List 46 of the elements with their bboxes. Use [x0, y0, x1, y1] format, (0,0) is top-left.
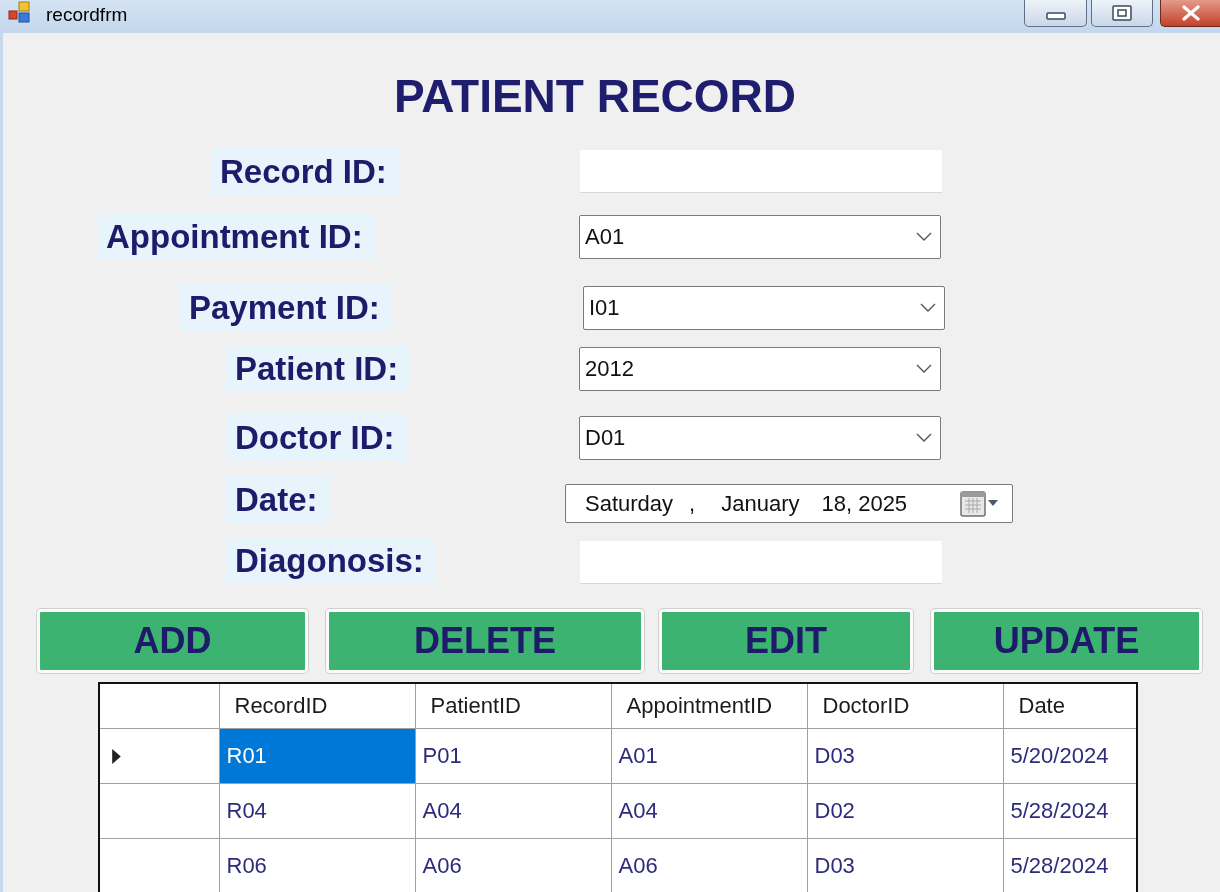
table-cell: A04	[611, 783, 807, 839]
column-header[interactable]: DoctorID	[807, 684, 1003, 729]
minimize-button[interactable]	[1024, 0, 1087, 27]
table-cell: R01	[219, 728, 415, 784]
table-cell: D02	[807, 783, 1003, 839]
calendar-dropdown-icon	[960, 490, 1000, 517]
maximize-icon	[1112, 5, 1132, 21]
text-field[interactable]	[580, 541, 942, 584]
field-label: Patient ID:	[226, 345, 411, 392]
dropdown-field[interactable]: A01	[579, 214, 941, 259]
field-label: Payment ID:	[180, 284, 392, 331]
table-cell: A01	[611, 728, 807, 784]
close-button[interactable]	[1160, 0, 1220, 27]
chevron-icon	[916, 433, 932, 442]
field-label: Diagonosis:	[226, 537, 436, 584]
chevron-icon	[920, 303, 936, 312]
column-header[interactable]: AppointmentID	[611, 684, 807, 729]
form-heading: PATIENT RECORD	[392, 69, 798, 124]
field-label: Doctor ID:	[226, 414, 407, 461]
dropdown-field[interactable]: D01	[579, 415, 941, 460]
maximize-button[interactable]	[1091, 0, 1153, 27]
app-icon	[8, 1, 32, 23]
row-header[interactable]	[100, 728, 219, 784]
table-cell: A04	[415, 783, 611, 839]
window-title: recordfrm	[46, 3, 128, 27]
chevron-icon	[916, 364, 932, 373]
action-button[interactable]: EDIT	[659, 609, 913, 673]
column-header[interactable]: Date	[1003, 684, 1136, 729]
action-button[interactable]: DELETE	[326, 609, 644, 673]
table-cell: R04	[219, 783, 415, 839]
dropdown-field[interactable]: 2012	[579, 346, 941, 391]
text-field[interactable]	[580, 150, 942, 193]
row-header[interactable]	[100, 783, 219, 839]
action-button[interactable]: ADD	[37, 609, 308, 673]
column-header[interactable]: RecordID	[219, 684, 415, 729]
action-button[interactable]: UPDATE	[931, 609, 1202, 673]
minimize-icon	[1044, 12, 1067, 20]
dropdown-field[interactable]: I01	[583, 285, 945, 330]
table-cell: D03	[807, 728, 1003, 784]
chevron-icon	[916, 232, 932, 241]
field-label: Appointment ID:	[97, 213, 375, 260]
column-header[interactable]: PatientID	[415, 684, 611, 729]
field-label: Record ID:	[211, 148, 399, 195]
date-picker[interactable]: Saturday , January 18, 2025	[565, 484, 1013, 523]
table-cell: P01	[415, 728, 611, 784]
field-label: Date:	[226, 476, 330, 523]
